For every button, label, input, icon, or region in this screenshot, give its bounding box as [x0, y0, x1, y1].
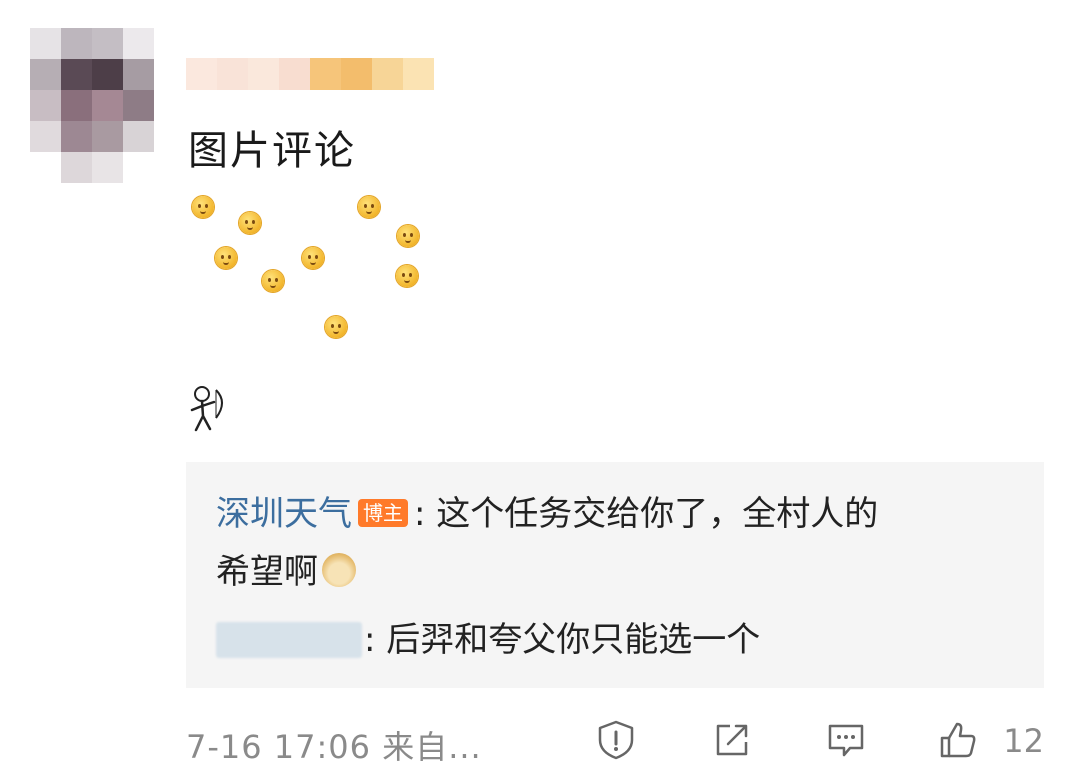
- doge-emoji-icon: [322, 552, 356, 587]
- smile-face-icon: [397, 225, 419, 247]
- reply-author-text: : 这个任务交给你了，全村人的: [414, 494, 879, 534]
- smile-face-icon: [215, 247, 237, 269]
- smile-face-icon: [262, 270, 284, 292]
- smile-face-icon: [239, 212, 261, 234]
- reply-line-author-cont: 希望啊: [216, 544, 356, 600]
- username[interactable]: [186, 58, 434, 90]
- reply-box[interactable]: 深圳天气 博主: 这个任务交给你了，全村人的 希望啊 : 后羿和夸父你只能选一个: [186, 462, 1044, 688]
- smile-face-icon: [192, 196, 214, 218]
- smile-face-icon: [325, 316, 347, 338]
- smile-face-icon: [396, 265, 418, 287]
- like-count: 12: [1003, 722, 1044, 760]
- reply-line-user: : 后羿和夸父你只能选一个: [216, 612, 760, 668]
- share-icon[interactable]: [710, 718, 754, 762]
- like-icon[interactable]: [936, 718, 980, 762]
- blogger-badge: 博主: [358, 498, 408, 527]
- avatar[interactable]: [30, 28, 154, 184]
- comment-icon[interactable]: [824, 718, 868, 762]
- timestamp: 7-16 17:06 来自...: [186, 728, 482, 766]
- smile-face-icon: [358, 196, 380, 218]
- comment-footer: 7-16 17:06 来自... 12: [186, 714, 1044, 770]
- reply-line-author: 深圳天气 博主: 这个任务交给你了，全村人的: [216, 486, 878, 542]
- reply-user-text: : 后羿和夸父你只能选一个: [364, 620, 761, 660]
- reply-author-text-line2: 希望啊: [216, 552, 318, 592]
- archer-sticker-icon: [190, 386, 223, 432]
- reply-author-link[interactable]: 深圳天气: [216, 494, 352, 534]
- comment-text: 图片评论: [188, 128, 356, 174]
- smile-face-icon: [302, 247, 324, 269]
- report-icon[interactable]: [594, 718, 638, 762]
- reply-username-blurred[interactable]: [216, 621, 362, 658]
